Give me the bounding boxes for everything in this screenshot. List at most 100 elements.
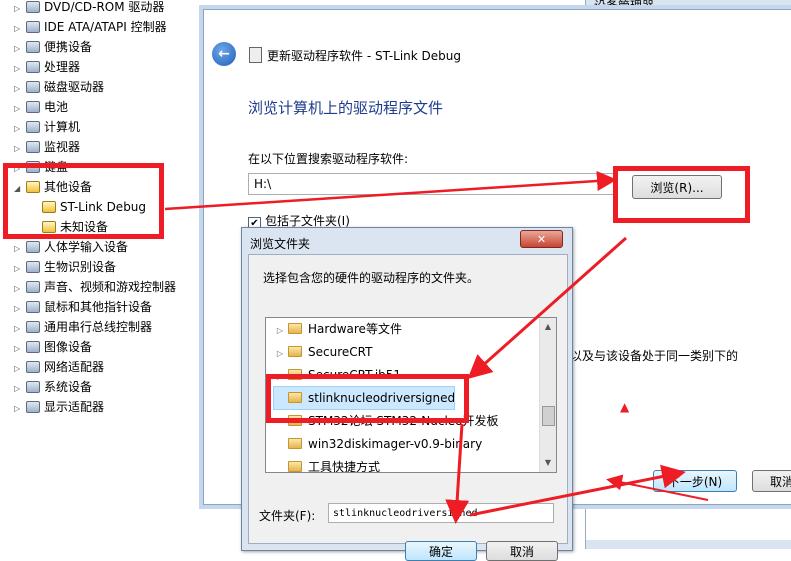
portable-device-icon [26, 41, 40, 53]
computer-icon [26, 121, 40, 133]
tree-item-label: 鼠标和其他指针设备 [44, 300, 153, 314]
tree-item[interactable]: ▷ 系统设备 [14, 378, 92, 396]
tree-item[interactable]: ▷ 磁盘驱动器 [14, 78, 104, 96]
annotation-box-other-devices [3, 163, 164, 239]
folder-item[interactable]: 工具快捷方式 [274, 456, 536, 472]
network-icon [26, 361, 40, 373]
folder-item-label: SecureCRT [308, 345, 373, 359]
tree-item[interactable]: ▷ 人体学输入设备 [14, 238, 128, 256]
tree-expander-icon[interactable]: ▷ [14, 80, 24, 98]
tree-expander-icon[interactable]: ▷ [14, 240, 24, 258]
folder-item-label: win32diskimager-v0.9-binary [308, 437, 483, 451]
folder-item[interactable]: ▷ Hardware等文件 [274, 318, 536, 340]
tree-item-label: 电池 [44, 100, 69, 114]
dialog-cancel-button[interactable]: 取消 [486, 541, 558, 561]
tree-expander-icon[interactable]: ▷ [14, 100, 24, 118]
folder-item-label: Hardware等文件 [308, 322, 402, 336]
close-icon[interactable]: ✕ [520, 230, 563, 248]
folder-label: 文件夹(F): [259, 509, 316, 523]
search-path-input[interactable] [248, 173, 618, 195]
dvd-icon [26, 1, 40, 13]
ide-controller-icon [26, 21, 40, 33]
tree-expander-icon[interactable]: ▷ [14, 20, 24, 38]
tree-item[interactable]: ▷ 网络适配器 [14, 358, 104, 376]
tree-item[interactable]: ▷ IDE ATA/ATAPI 控制器 [14, 18, 167, 36]
tree-item[interactable]: ▷ 声音、视频和游戏控制器 [14, 278, 176, 296]
biometric-icon [26, 261, 40, 273]
device-icon [249, 47, 262, 63]
wizard-option-description: 以及与该设备处于同一类别下的 [570, 349, 739, 363]
tree-item[interactable]: ▷ 通用串行总线控制器 [14, 318, 152, 336]
tree-item[interactable]: ▷ 计算机 [14, 118, 80, 136]
display-adapter-icon [26, 401, 40, 413]
tree-expander-icon[interactable]: ▷ [14, 280, 24, 298]
tree-item-label: 声音、视频和游戏控制器 [44, 280, 177, 294]
tree-item[interactable]: ▷ 监视器 [14, 138, 80, 156]
hid-icon [26, 241, 40, 253]
tree-expander-icon[interactable]: ▷ [14, 360, 24, 378]
back-arrow-icon[interactable]: ← [212, 42, 236, 66]
search-location-label: 在以下位置搜索驱动程序软件: [248, 152, 409, 166]
folder-input[interactable] [328, 503, 554, 523]
tree-item-label: 生物识别设备 [44, 260, 117, 274]
disk-icon [26, 81, 40, 93]
tree-expander-icon[interactable]: ▷ [14, 380, 24, 398]
tree-item-label: 处理器 [44, 60, 81, 74]
dialog-title: 浏览文件夹 [250, 237, 311, 251]
include-subfolders-label: 包括子文件夹(I) [265, 214, 350, 228]
scroll-up-icon[interactable]: ▲ [540, 318, 556, 335]
wizard-cancel-button[interactable]: 取消 [752, 470, 791, 492]
tree-item-label: 图像设备 [44, 340, 93, 354]
monitor-icon [26, 141, 40, 153]
tree-item-label: 通用串行总线控制器 [44, 320, 153, 334]
device-tree: ▷ DVD/CD-ROM 驱动器 ▷ IDE ATA/ATAPI 控制器 ▷ 便携设备 ▷ 处… [0, 0, 205, 549]
tree-item[interactable]: ▷ 处理器 [14, 58, 80, 76]
tree-expander-icon[interactable]: ▷ [14, 340, 24, 358]
tree-expander-icon[interactable]: ▷ [14, 120, 24, 138]
scrollbar-thumb[interactable] [542, 406, 555, 426]
processor-icon [26, 61, 40, 73]
tree-item[interactable]: ▷ 生物识别设备 [14, 258, 116, 276]
tree-item[interactable]: ▷ 显示适配器 [14, 398, 104, 416]
tree-item[interactable]: ▷ 图像设备 [14, 338, 92, 356]
vertical-scrollbar[interactable]: ▲ ▼ [539, 318, 556, 472]
folder-item[interactable]: ▷ SecureCRT [274, 341, 536, 363]
tree-expander-icon[interactable]: ▷ [14, 0, 24, 18]
annotation-box-folder [266, 374, 469, 423]
tree-item-label: 监视器 [44, 140, 81, 154]
folder-item[interactable]: win32diskimager-v0.9-binary [274, 433, 536, 455]
tree-item[interactable]: ▷ 鼠标和其他指针设备 [14, 298, 152, 316]
tree-expander-icon[interactable]: ▷ [14, 320, 24, 338]
tree-expander-icon[interactable]: ▷ [14, 400, 24, 418]
next-button[interactable]: 下一步(N) [653, 470, 737, 492]
system-icon [26, 381, 40, 393]
folder-expander-icon[interactable]: ▷ [274, 320, 286, 342]
tree-item[interactable]: ▷ DVD/CD-ROM 驱动器 [14, 0, 164, 16]
sound-icon [26, 281, 40, 293]
tree-expander-icon[interactable]: ▷ [14, 60, 24, 78]
tree-item-label: 系统设备 [44, 380, 93, 394]
wizard-title: 更新驱动程序软件 - ST-Link Debug [267, 49, 461, 63]
tree-item-label: 磁盘驱动器 [44, 80, 105, 94]
tree-expander-icon[interactable]: ▷ [14, 260, 24, 278]
tree-item-label: DVD/CD-ROM 驱动器 [44, 0, 165, 14]
wizard-header: ← 更新驱动程序软件 - ST-Link Debug [204, 10, 791, 76]
folder-icon [288, 438, 302, 449]
folder-expander-icon[interactable]: ▷ [274, 343, 286, 365]
mouse-icon [26, 301, 40, 313]
scroll-down-icon[interactable]: ▼ [540, 454, 556, 471]
ok-button[interactable]: 确定 [405, 541, 477, 561]
battery-icon [26, 101, 40, 113]
tree-item-label: 人体学输入设备 [44, 240, 129, 254]
folder-icon [288, 461, 302, 472]
tree-item-label: 网络适配器 [44, 360, 105, 374]
tree-item[interactable]: ▷ 便携设备 [14, 38, 92, 56]
tree-item[interactable]: ▷ 电池 [14, 98, 68, 116]
tree-expander-icon[interactable]: ▷ [14, 40, 24, 58]
tree-item-label: 显示适配器 [44, 400, 105, 414]
tree-item-label: 计算机 [44, 120, 81, 134]
folder-icon [288, 346, 302, 357]
tree-item-label: 便携设备 [44, 40, 93, 54]
tree-expander-icon[interactable]: ▷ [14, 140, 24, 158]
tree-expander-icon[interactable]: ▷ [14, 300, 24, 318]
